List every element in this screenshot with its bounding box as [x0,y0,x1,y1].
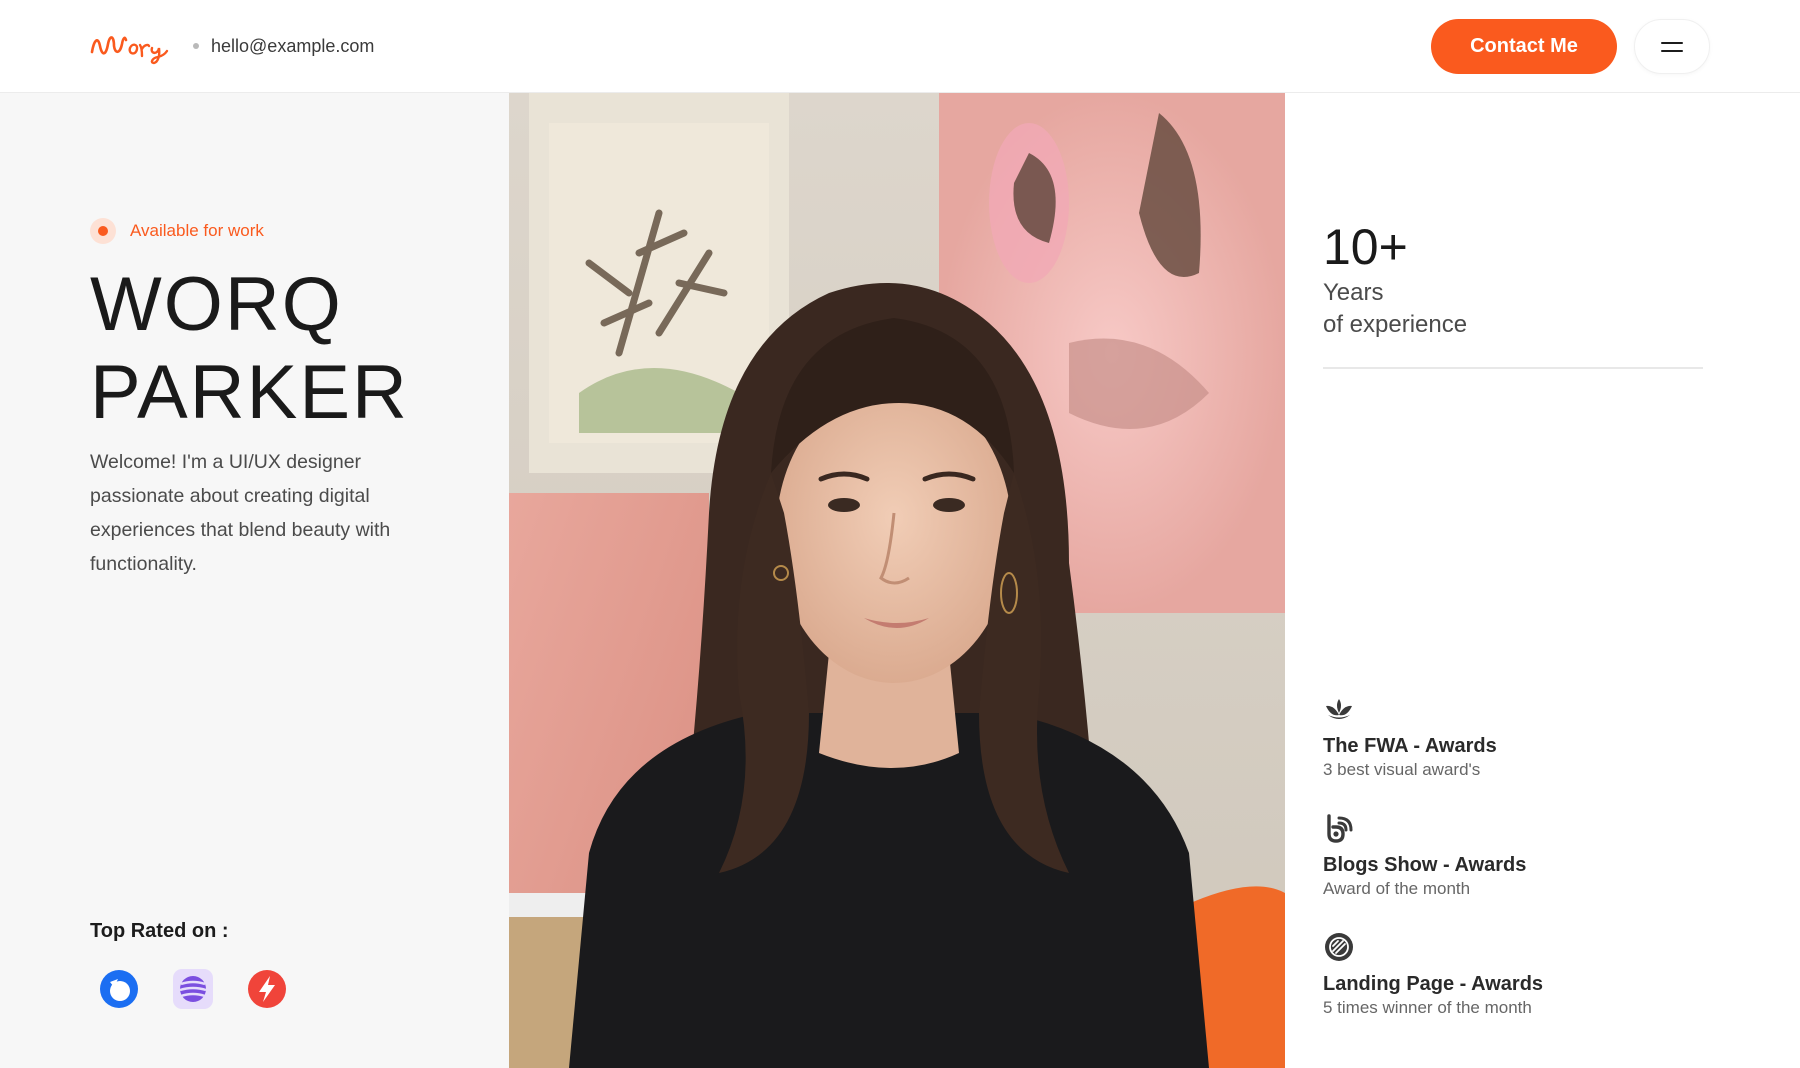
badge-circle-icon [1323,931,1355,963]
award-title: Landing Page - Awards [1323,973,1544,995]
hero-name: WORQ PARKER [90,261,409,437]
award-fwa: The FWA - Awards 3 best visual award's [1323,693,1723,781]
contact-email[interactable]: hello@example.com [211,35,374,57]
hamburger-menu-button[interactable] [1634,19,1710,74]
portrait-photo [509,93,1285,1068]
award-subtitle: 5 times winner of the month [1323,998,1532,1017]
award-blogs-show: Blogs Show - Awards Award of the month [1323,812,1723,900]
blog-b-icon [1323,812,1355,844]
worq-logo[interactable] [88,26,170,66]
separator-dot [193,43,199,49]
intro-paragraph: Welcome! I'm a UI/UX designer passionate… [90,451,391,575]
red-bolt-platform-icon[interactable] [246,968,288,1010]
hamburger-icon [1661,41,1683,44]
experience-label: Years of experience [1323,279,1468,338]
platform-list [98,968,288,1010]
lotus-icon [1323,693,1355,725]
hero-intro-panel: Available for work WORQ PARKER Welcome! … [0,93,509,1068]
top-rated-label: Top Rated on : [90,920,229,942]
award-subtitle: Award of the month [1323,879,1471,898]
blue-circle-platform-icon[interactable] [98,968,140,1010]
name-line-2: PARKER [90,350,409,435]
stats-awards-panel: 10+ Years of experience The FWA - Awards… [1285,93,1800,1068]
name-line-1: WORQ [90,262,343,347]
availability-badge: Available for work [90,218,264,244]
award-title: Blogs Show - Awards [1323,854,1527,876]
award-subtitle: 3 best visual award's [1323,760,1481,779]
availability-text: Available for work [130,221,264,240]
experience-number: 10+ [1323,219,1408,275]
status-dot-icon [90,218,116,244]
site-header: hello@example.com Contact Me [0,0,1800,93]
award-title: The FWA - Awards [1323,735,1497,757]
contact-me-button[interactable]: Contact Me [1431,19,1617,74]
divider [1323,367,1703,369]
award-landing-page: Landing Page - Awards 5 times winner of … [1323,931,1723,1019]
purple-stripes-platform-icon[interactable] [172,968,214,1010]
